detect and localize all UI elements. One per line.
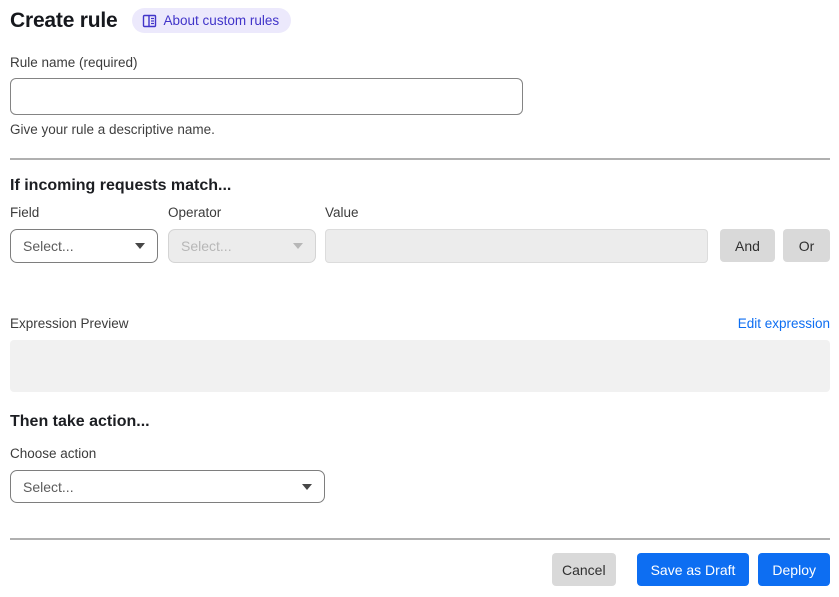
field-select[interactable]: Select... [10,229,158,263]
expression-preview-header: Expression Preview Edit expression [10,316,830,331]
footer-divider [10,538,830,540]
and-button[interactable]: And [720,229,775,262]
match-section-heading: If incoming requests match... [10,177,232,194]
section-divider [10,158,830,160]
book-icon [142,14,157,28]
footer-actions: Cancel Save as Draft Deploy [10,553,830,586]
action-section-heading: Then take action... [10,413,150,430]
field-column: Field Select... [10,205,158,263]
about-badge-label: About custom rules [163,13,280,28]
operator-column: Operator Select... [168,205,316,263]
condition-row: Field Select... Operator Select... Value… [10,205,830,263]
value-label: Value [325,205,359,220]
expression-preview-label: Expression Preview [10,316,129,331]
choose-action-select[interactable]: Select... [10,470,325,503]
choose-action-placeholder: Select... [23,478,74,495]
operator-label: Operator [168,205,222,220]
operator-select-placeholder: Select... [181,238,232,254]
rule-name-label: Rule name (required) [10,55,138,70]
or-button[interactable]: Or [783,229,830,262]
edit-expression-link[interactable]: Edit expression [738,316,830,331]
rule-name-helper-text: Give your rule a descriptive name. [10,122,215,137]
field-select-placeholder: Select... [23,238,74,254]
chevron-down-icon [293,243,303,249]
about-custom-rules-badge[interactable]: About custom rules [131,8,292,33]
cancel-button[interactable]: Cancel [551,553,616,586]
field-label: Field [10,205,40,220]
save-as-draft-button[interactable]: Save as Draft [636,553,750,586]
deploy-button[interactable]: Deploy [758,553,830,586]
chevron-down-icon [135,243,145,249]
page-title: Create rule [10,8,118,32]
create-rule-page: Create rule About custom rules Rule name… [0,0,839,597]
page-header: Create rule About custom rules [10,8,830,33]
rule-name-input[interactable] [10,78,523,115]
value-column: Value [325,205,708,263]
choose-action-label: Choose action [10,446,97,461]
operator-select[interactable]: Select... [168,229,316,263]
value-input[interactable] [325,229,708,263]
expression-preview-box [10,340,830,392]
chevron-down-icon [302,483,312,490]
